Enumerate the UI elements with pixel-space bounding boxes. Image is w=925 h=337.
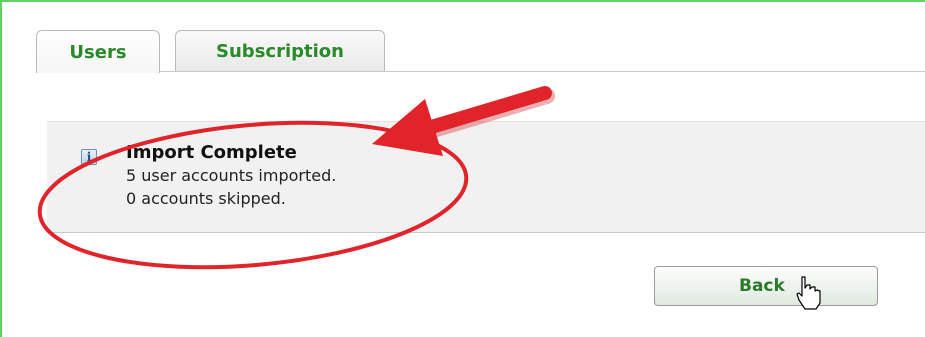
tab-strip-divider bbox=[36, 71, 925, 72]
tab-subscription-label: Subscription bbox=[216, 41, 344, 62]
message-line-imported: 5 user accounts imported. bbox=[126, 166, 337, 185]
tab-users-label: Users bbox=[69, 41, 127, 63]
tab-subscription[interactable]: Subscription bbox=[175, 30, 385, 72]
back-button[interactable]: Back bbox=[654, 266, 878, 306]
message-title: Import Complete bbox=[126, 142, 297, 163]
message-line-skipped: 0 accounts skipped. bbox=[126, 189, 286, 208]
tab-users[interactable]: Users bbox=[36, 30, 160, 73]
info-icon: i bbox=[81, 149, 97, 165]
